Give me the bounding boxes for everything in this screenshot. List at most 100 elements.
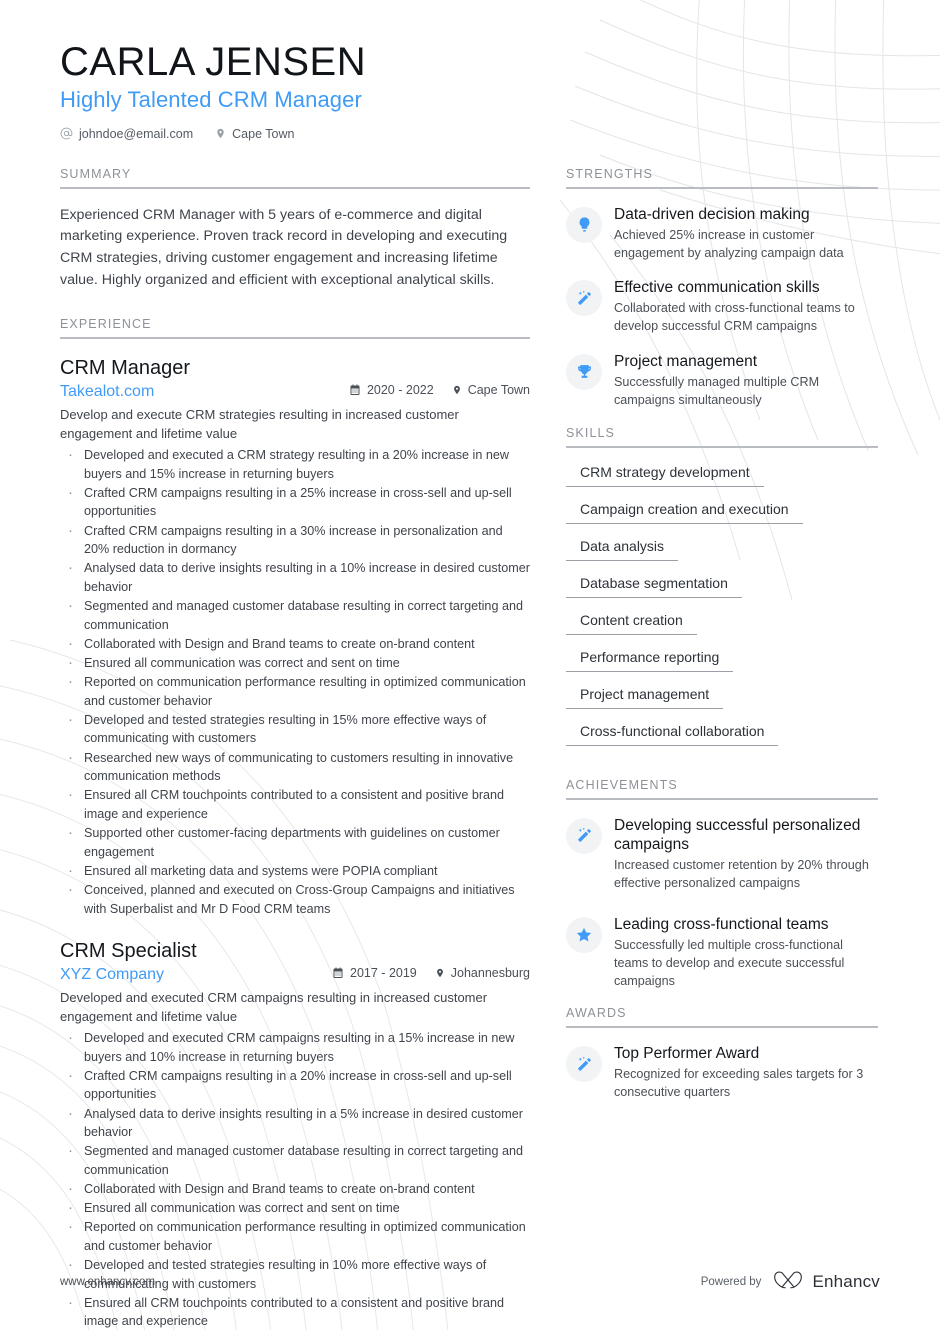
skill-chip: Content creation [566, 612, 697, 635]
skills-section-title: SKILLS [566, 425, 615, 440]
job-location-text: Johannesburg [450, 966, 530, 981]
experience-entry: CRM Manager Takealot.com 2020 - 2022 Cap… [60, 355, 530, 918]
map-pin-icon [215, 127, 226, 140]
skill-chip: Performance reporting [566, 649, 734, 672]
job-bullet: Analysed data to derive insights resulti… [62, 1103, 530, 1142]
job-description: Develop and execute CRM strategies resul… [60, 407, 459, 441]
powered-by-label: Powered by [700, 1276, 762, 1288]
job-dates-text: 2017 - 2019 [350, 966, 417, 981]
candidate-job-title: Highly Talented CRM Manager [60, 86, 362, 112]
summary-section: SUMMARY Experienced CRM Manager with 5 y… [60, 167, 530, 291]
contact-email[interactable]: johndoe@email.com [60, 127, 193, 141]
contact-email-text: johndoe@email.com [79, 126, 194, 141]
achievement-title: Leading cross-functional teams [614, 915, 829, 933]
awards-section: AWARDS Top Performer Award Recognized fo… [566, 1006, 878, 1102]
skill-chip: Cross-functional collaboration [566, 723, 779, 746]
enhancv-brand-name: Enhancv [812, 1272, 880, 1291]
experience-section-title: EXPERIENCE [60, 317, 152, 332]
award-item: Top Performer Award Recognized for excee… [566, 1044, 878, 1102]
section-divider [566, 186, 878, 189]
strength-body: Data-driven decision making Achieved 25%… [614, 205, 878, 263]
magic-wand-icon [566, 817, 602, 854]
section-divider [566, 445, 878, 448]
job-role: CRM Manager [60, 357, 191, 380]
job-bullet: Collaborated with Design and Brand teams… [62, 633, 530, 655]
map-pin-icon [435, 967, 445, 979]
job-company[interactable]: XYZ Company [60, 966, 332, 984]
map-pin-icon [452, 384, 462, 396]
job-dates: 2020 - 2022 [349, 383, 434, 397]
strength-body: Effective communication skills Collabora… [614, 278, 878, 336]
achievement-item: Leading cross-functional teams Successfu… [566, 915, 878, 990]
achievement-description: Successfully led multiple cross-function… [614, 937, 845, 988]
achievement-body: Leading cross-functional teams Successfu… [614, 915, 878, 990]
strength-item: Project management Successfully managed … [566, 352, 878, 410]
job-bullet: Researched new ways of communicating to … [62, 747, 530, 786]
resume-page: CARLA JENSEN Highly Talented CRM Manager… [0, 0, 940, 1330]
resume-footer: www.enhancv.com Powered by Enhancv [60, 1270, 880, 1294]
achievements-section-title: ACHIEVEMENTS [566, 777, 678, 792]
award-title: Top Performer Award [614, 1045, 760, 1063]
strengths-section-title: STRENGTHS [566, 166, 653, 181]
job-bullet: Developed and executed CRM campaigns res… [62, 1027, 530, 1066]
skill-row: Performance reporting [566, 649, 878, 686]
left-column: SUMMARY Experienced CRM Manager with 5 y… [60, 167, 530, 1339]
job-bullet: Reported on communication performance re… [62, 671, 530, 710]
job-dates: 2017 - 2019 [332, 966, 417, 980]
job-bullet: Developed and tested strategies resultin… [62, 709, 530, 748]
achievement-body: Developing successful personalized campa… [614, 816, 878, 893]
achievement-item: Developing successful personalized campa… [566, 816, 878, 893]
skill-chip: Database segmentation [566, 575, 742, 598]
job-bullet: Crafted CRM campaigns resulting in a 25%… [62, 482, 530, 521]
candidate-name: CARLA JENSEN [60, 40, 367, 84]
job-meta-row: Takealot.com 2020 - 2022 Cape Town [60, 383, 530, 401]
strength-description: Successfully managed multiple CRM campai… [614, 374, 820, 407]
achievement-description: Increased customer retention by 20% thro… [614, 858, 869, 891]
job-meta: 2020 - 2022 Cape Town [349, 383, 530, 397]
calendar-icon [332, 967, 344, 979]
star-icon [566, 916, 602, 953]
job-bullet: Crafted CRM campaigns resulting in a 30%… [62, 520, 530, 559]
job-bullet: Collaborated with Design and Brand teams… [62, 1178, 530, 1200]
contact-details: johndoe@email.com Cape Town [60, 127, 880, 141]
job-bullet: Supported other customer-facing departme… [62, 822, 530, 861]
awards-section-title: AWARDS [566, 1006, 627, 1021]
job-bullet: Ensured all marketing data and systems w… [62, 860, 530, 882]
job-meta: 2017 - 2019 Johannesburg [332, 966, 530, 980]
skill-row: CRM strategy development [566, 464, 878, 501]
right-column: STRENGTHS Data-driven decision making Ac… [566, 167, 878, 1339]
job-location-text: Cape Town [467, 383, 530, 398]
section-divider [566, 797, 878, 800]
strength-item: Data-driven decision making Achieved 25%… [566, 205, 878, 263]
magic-wand-icon [566, 1046, 602, 1083]
job-location: Johannesburg [435, 966, 530, 980]
footer-website-url[interactable]: www.enhancv.com [60, 1276, 155, 1288]
experience-section: EXPERIENCE CRM Manager Takealot.com 2020… [60, 317, 530, 1331]
job-bullet: Developed and executed a CRM strategy re… [62, 444, 530, 483]
enhancv-logo-icon [773, 1270, 803, 1294]
job-bullet: Segmented and managed customer database … [62, 1140, 530, 1179]
job-bullet-list: Developed and executed a CRM strategy re… [62, 444, 530, 918]
strength-title: Data-driven decision making [614, 205, 810, 223]
calendar-icon [349, 384, 361, 396]
job-role: CRM Specialist [60, 940, 197, 963]
skill-row: Content creation [566, 612, 878, 649]
skill-row: Cross-functional collaboration [566, 723, 878, 760]
resume-columns: SUMMARY Experienced CRM Manager with 5 y… [60, 167, 880, 1339]
skill-chip: Project management [566, 686, 724, 709]
job-bullet: Conceived, planned and executed on Cross… [62, 879, 530, 918]
job-bullet: Ensured all communication was correct an… [62, 1197, 530, 1219]
strengths-section: STRENGTHS Data-driven decision making Ac… [566, 167, 878, 410]
strength-title: Effective communication skills [614, 279, 820, 297]
contact-location: Cape Town [215, 127, 294, 141]
skill-row: Data analysis [566, 538, 878, 575]
job-company[interactable]: Takealot.com [60, 383, 349, 401]
job-description: Developed and executed CRM campaigns res… [60, 990, 488, 1024]
achievement-title: Developing successful personalized campa… [614, 816, 861, 854]
skill-chip: Data analysis [566, 538, 679, 561]
strength-body: Project management Successfully managed … [614, 352, 878, 410]
contact-location-text: Cape Town [232, 126, 295, 141]
skills-list: CRM strategy development Campaign creati… [566, 464, 878, 760]
job-bullet: Ensured all communication was correct an… [62, 652, 530, 674]
section-divider [566, 1026, 878, 1029]
